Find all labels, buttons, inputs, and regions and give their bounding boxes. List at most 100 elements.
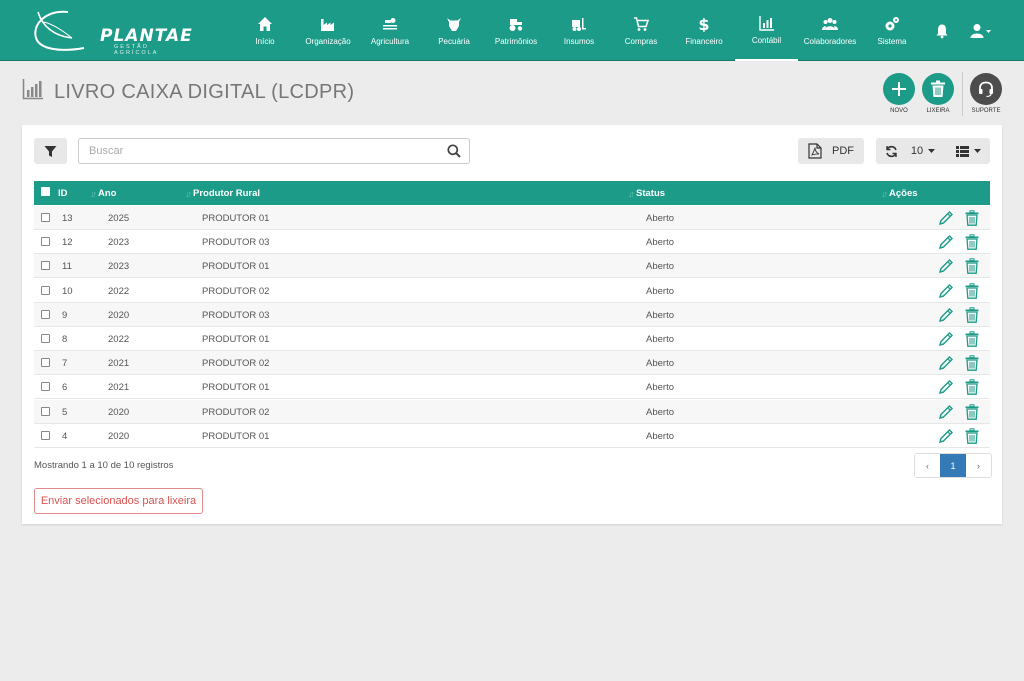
trash-bin-button[interactable] <box>922 73 954 105</box>
search-input[interactable] <box>89 139 429 163</box>
cell-producer: PRODUTOR 03 <box>202 237 270 249</box>
cell-id: 11 <box>62 261 72 273</box>
table-row[interactable]: 10 2022 PRODUTOR 02 Aberto <box>34 279 990 303</box>
support-button[interactable] <box>970 73 1002 105</box>
filter-button[interactable] <box>34 138 67 164</box>
caret-down-icon <box>973 148 981 153</box>
edit-pencil-icon[interactable] <box>938 379 954 395</box>
search-icon[interactable] <box>447 144 461 158</box>
table-row[interactable]: 9 2020 PRODUTOR 03 Aberto <box>34 302 990 327</box>
brand-name: PLANTAE <box>100 26 193 46</box>
edit-pencil-icon[interactable] <box>938 307 954 323</box>
table-row[interactable]: 13 2025 PRODUTOR 01 Aberto <box>34 206 990 230</box>
new-button[interactable] <box>883 73 915 105</box>
edit-pencil-icon[interactable] <box>938 258 954 274</box>
row-checkbox[interactable] <box>41 237 50 249</box>
nav-inicio[interactable]: Início <box>248 0 282 61</box>
edit-pencil-icon[interactable] <box>938 210 954 226</box>
dollar-icon: $ <box>698 16 709 32</box>
page-size-value: 10 <box>910 145 924 157</box>
list-icon <box>955 145 969 157</box>
table-row[interactable]: 8 2022 PRODUTOR 01 Aberto <box>34 327 990 351</box>
nav-contabil[interactable]: Contábil <box>735 0 798 61</box>
next-page-button[interactable]: › <box>966 454 991 477</box>
search-box <box>78 138 470 164</box>
page-title: LIVRO CAIXA DIGITAL (LCDPR) <box>54 81 355 103</box>
delete-trash-icon[interactable] <box>964 282 980 299</box>
col-producer[interactable]: ↓↑ Produtor Rural <box>185 188 260 199</box>
delete-trash-icon[interactable] <box>964 379 980 396</box>
delete-trash-icon[interactable] <box>964 307 980 323</box>
cell-id: 10 <box>62 285 73 297</box>
table-row[interactable]: 6 2021 PRODUTOR 01 Aberto <box>34 375 990 400</box>
edit-pencil-icon[interactable] <box>938 355 954 371</box>
delete-trash-icon[interactable] <box>964 210 980 226</box>
nav-compras[interactable]: Compras <box>622 0 660 61</box>
edit-pencil-icon[interactable] <box>938 331 954 347</box>
nav-agricultura[interactable]: Agricultura <box>366 0 414 61</box>
row-checkbox[interactable] <box>41 285 50 298</box>
cell-status: Aberto <box>646 285 674 297</box>
row-checkbox[interactable] <box>41 358 50 370</box>
cell-year: 2021 <box>108 358 130 370</box>
col-year[interactable]: ↓↑ Ano <box>90 188 116 199</box>
edit-pencil-icon[interactable] <box>938 234 954 250</box>
user-menu-button[interactable] <box>968 0 994 61</box>
delete-trash-icon[interactable] <box>964 355 980 372</box>
nav-insumos[interactable]: Insumos <box>561 0 597 61</box>
cell-year: 2020 <box>108 309 130 321</box>
table-row[interactable]: 12 2023 PRODUTOR 03 Aberto <box>34 230 990 255</box>
sort-icon: ↓↑ <box>185 188 192 199</box>
forklift-icon <box>572 17 586 31</box>
edit-pencil-icon[interactable] <box>938 428 954 444</box>
delete-trash-icon[interactable] <box>964 234 980 251</box>
nav-patrimonios[interactable]: Patrimônios <box>491 0 541 61</box>
table-row[interactable]: 11 2023 PRODUTOR 01 Aberto <box>34 254 990 279</box>
cell-year: 2022 <box>108 285 130 297</box>
svg-text:$: $ <box>698 16 709 32</box>
refresh-icon[interactable] <box>885 145 898 158</box>
row-checkbox[interactable] <box>41 430 50 443</box>
delete-trash-icon[interactable] <box>964 258 980 275</box>
sort-icon: ↓↑ <box>90 188 97 199</box>
cell-year: 2023 <box>108 261 130 273</box>
row-checkbox[interactable] <box>41 309 50 322</box>
cell-producer: PRODUTOR 02 <box>202 285 270 297</box>
plantae-logo[interactable]: PLANTAE GESTÃO AGRÍCOLA <box>28 6 192 56</box>
send-selected-to-trash-button[interactable]: Enviar selecionados para lixeira <box>34 488 203 514</box>
delete-trash-icon[interactable] <box>964 428 980 444</box>
notifications-button[interactable] <box>932 0 952 61</box>
cell-id: 6 <box>62 382 68 394</box>
col-actions: ↓↑ Ações <box>881 188 918 199</box>
nav-sistema[interactable]: Sistema <box>874 0 910 61</box>
pdf-button[interactable]: PDF <box>798 138 864 164</box>
cell-year: 2023 <box>108 237 130 249</box>
columns-select[interactable] <box>952 138 984 164</box>
prev-page-button[interactable]: ‹ <box>915 454 940 477</box>
table-row[interactable]: 7 2021 PRODUTOR 02 Aberto <box>34 351 990 376</box>
row-checkbox[interactable] <box>41 213 50 225</box>
select-all-checkbox[interactable] <box>41 187 50 196</box>
delete-trash-icon[interactable] <box>964 403 980 420</box>
edit-pencil-icon[interactable] <box>938 404 954 420</box>
cell-status: Aberto <box>646 382 674 394</box>
row-checkbox[interactable] <box>41 261 50 273</box>
nav-colaboradores[interactable]: Colaboradores <box>800 0 860 61</box>
nav-organizacao[interactable]: Organização <box>302 0 354 61</box>
nav-financeiro[interactable]: $ Financeiro <box>681 0 727 61</box>
cell-year: 2020 <box>108 406 130 418</box>
col-status[interactable]: ↓↑ Status <box>628 188 665 199</box>
delete-trash-icon[interactable] <box>964 331 980 347</box>
page-1-button[interactable]: 1 <box>940 454 966 477</box>
cell-year: 2022 <box>108 334 130 345</box>
edit-pencil-icon[interactable] <box>938 283 954 299</box>
table-row[interactable]: 4 2020 PRODUTOR 01 Aberto <box>34 424 990 448</box>
page-size-select[interactable]: 10 <box>905 138 941 164</box>
user-icon <box>970 23 991 38</box>
nav-pecuaria[interactable]: Pecuária <box>434 0 474 61</box>
row-checkbox[interactable] <box>41 334 50 346</box>
row-checkbox[interactable] <box>41 382 50 394</box>
col-id[interactable]: ID <box>58 188 68 199</box>
row-checkbox[interactable] <box>41 406 50 419</box>
table-row[interactable]: 5 2020 PRODUTOR 02 Aberto <box>34 399 990 424</box>
